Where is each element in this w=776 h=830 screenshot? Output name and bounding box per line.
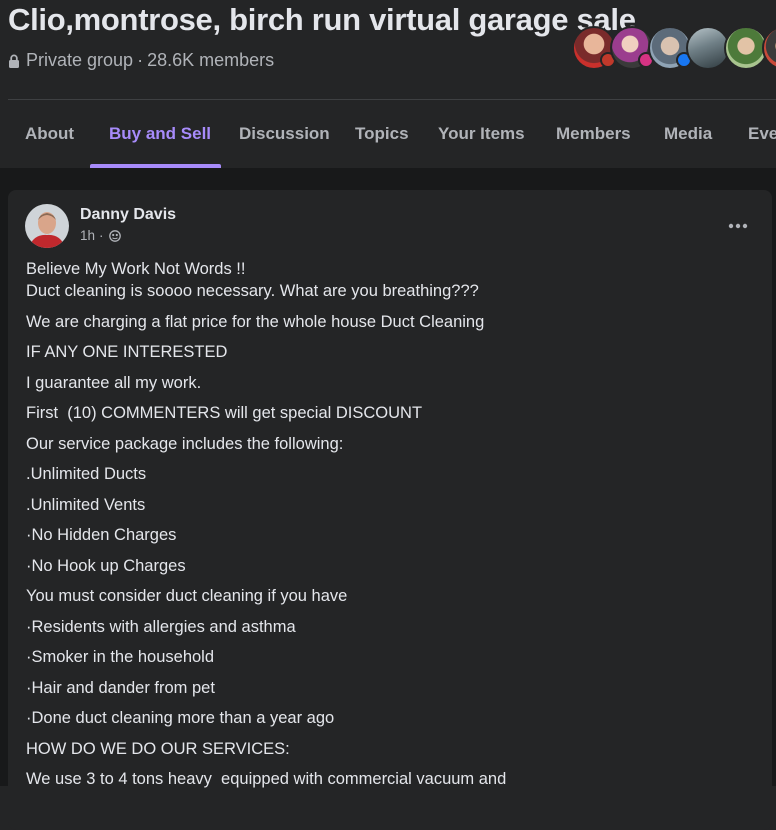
post-body: Believe My Work Not Words !! Duct cleani… — [26, 258, 756, 790]
post-line: We are charging a flat price for the who… — [26, 312, 485, 331]
post-line: Believe My Work Not Words !! — [26, 260, 246, 278]
post-line: First (10) COMMENTERS will get special D… — [26, 404, 423, 422]
post-timestamp[interactable]: 1h — [80, 228, 95, 243]
post-line: We use 3 to 4 tons heavy equipped with c… — [26, 770, 507, 788]
post-line: .Unlimited Vents — [26, 495, 146, 514]
post-line: HOW DO WE DO OUR SERVICES: — [26, 739, 290, 758]
tab-members[interactable]: Members — [556, 124, 631, 144]
more-options-button[interactable] — [720, 208, 756, 244]
post-line: ·Hair and dander from pet — [26, 678, 215, 697]
post-line: IF ANY ONE INTERESTED — [26, 343, 228, 361]
tab-discussion[interactable]: Discussion — [239, 124, 330, 144]
tab-about[interactable]: About — [25, 124, 74, 144]
time-separator: · — [99, 228, 104, 243]
post-card: Danny Davis 1h · Believe My Work Not Wor… — [8, 190, 772, 830]
post-line: ·No Hidden Charges — [26, 526, 177, 544]
post-time: 1h · — [80, 228, 121, 243]
post-line: I guarantee all my work. — [26, 373, 202, 392]
tab-media[interactable]: Media — [664, 124, 712, 144]
author-avatar[interactable] — [25, 204, 69, 248]
post-line: Duct cleaning is soooo necessary. What a… — [26, 282, 479, 300]
lock-icon — [9, 54, 19, 68]
member-avatar[interactable] — [762, 26, 776, 70]
post-line: ·No Hook up Charges — [26, 556, 186, 575]
tab-topics[interactable]: Topics — [355, 124, 409, 144]
post-line: ·Smoker in the household — [26, 648, 215, 666]
group-header: Clio,montrose, birch run virtual garage … — [0, 0, 776, 100]
post-line: ·Residents with allergies and asthma — [26, 617, 296, 636]
group-tabs: About Buy and Sell Discussion Topics You… — [0, 100, 776, 168]
author-name[interactable]: Danny Davis — [80, 206, 176, 224]
privacy-label[interactable]: Private group — [26, 50, 133, 71]
post-line: .Unlimited Ducts — [26, 465, 147, 483]
post-line: ·Done duct cleaning more than a year ago — [26, 709, 335, 727]
member-avatars[interactable] — [572, 26, 776, 70]
meta-separator: · — [137, 50, 144, 70]
tab-buy-and-sell[interactable]: Buy and Sell — [109, 124, 211, 144]
more-horizontal-icon — [728, 223, 748, 229]
group-title[interactable]: Clio,montrose, birch run virtual garage … — [8, 2, 636, 38]
tab-your-items[interactable]: Your Items — [438, 124, 525, 144]
member-count[interactable]: 28.6K members — [147, 50, 274, 71]
post-line: You must consider duct cleaning if you h… — [26, 587, 348, 605]
group-meta: Private group · 28.6K members — [8, 50, 274, 71]
tab-events[interactable]: Events — [748, 124, 776, 144]
feed: Danny Davis 1h · Believe My Work Not Wor… — [0, 168, 776, 830]
post-line: Our service package includes the followi… — [26, 434, 344, 453]
globe-icon — [108, 229, 121, 242]
